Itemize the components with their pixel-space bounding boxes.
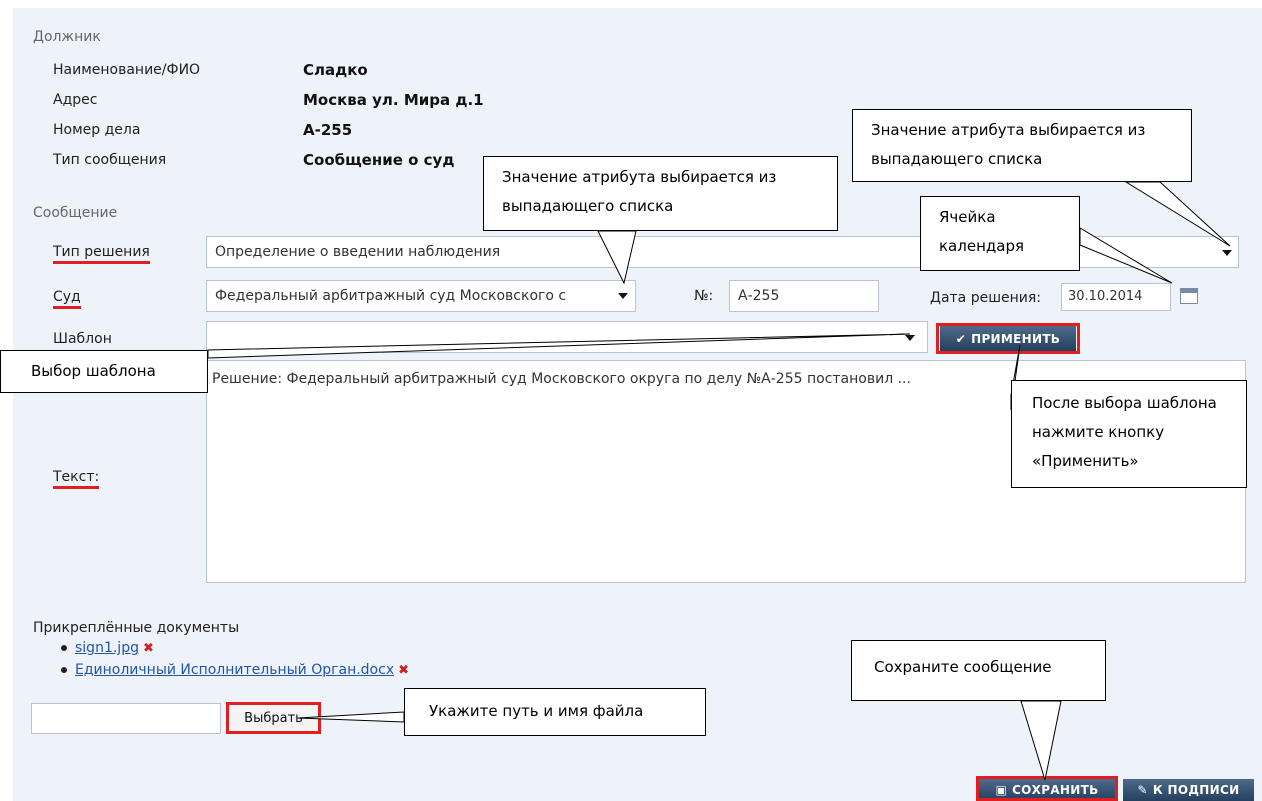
choose-file-label: Выбрать (244, 710, 303, 726)
attachment-link[interactable]: Единоличный Исполнительный Орган.docx (75, 662, 394, 678)
callout-dropdown-top-text: Значение атрибута выбирается из выпадающ… (871, 121, 1146, 168)
apply-highlight (936, 323, 1080, 354)
delete-icon[interactable]: ✖ (143, 641, 154, 656)
debtor-name-value: Сладко (303, 61, 368, 79)
sign-button-label: К ПОДПИСИ (1152, 783, 1240, 797)
callout-apply: После выбора шаблона нажмите кнопку «При… (1011, 380, 1247, 488)
decision-date-label: Дата решения: (930, 290, 1042, 306)
court-label: Суд (53, 289, 81, 309)
choose-file-button[interactable]: Выбрать (226, 702, 321, 734)
text-label: Текст: (53, 469, 100, 489)
callout-dropdown-court-text: Значение атрибута выбирается из выпадающ… (502, 168, 777, 215)
callout-template-text: Выбор шаблона (31, 362, 156, 380)
bullet-icon (61, 645, 67, 651)
template-select[interactable] (206, 321, 928, 353)
decision-type-select[interactable]: Определение о введении наблюдения (206, 236, 1239, 268)
save-highlight (976, 776, 1118, 801)
callout-dropdown-court: Значение атрибута выбирается из выпадающ… (483, 156, 838, 231)
pen-icon: ✎ (1137, 783, 1148, 797)
callout-file-path: Укажите путь и имя файла (404, 688, 706, 736)
attachment-item: sign1.jpg ✖ (61, 640, 154, 656)
court-label-text: Суд (53, 289, 81, 309)
case-number-label: Номер дела (53, 122, 141, 138)
message-type-value: Сообщение о суд (303, 151, 455, 169)
chevron-down-icon[interactable] (1222, 250, 1232, 256)
attachments-title: Прикреплённые документы (33, 620, 240, 636)
court-value: Федеральный арбитражный суд Московского … (215, 288, 567, 304)
decision-date-value: 30.10.2014 (1068, 289, 1143, 304)
decision-type-label-text: Тип решения (53, 244, 150, 264)
attachment-item: Единоличный Исполнительный Орган.docx ✖ (61, 662, 409, 678)
delete-icon[interactable]: ✖ (398, 663, 409, 678)
calendar-icon[interactable] (1180, 288, 1198, 304)
callout-file-path-text: Укажите путь и имя файла (429, 702, 644, 720)
decision-date-input[interactable]: 30.10.2014 (1061, 283, 1171, 311)
message-type-label: Тип сообщения (53, 152, 167, 168)
callout-save-text: Сохраните сообщение (874, 658, 1052, 676)
chevron-down-icon[interactable] (618, 293, 628, 299)
file-path-input[interactable] (31, 703, 221, 734)
callout-calendar: Ячейка календаря (920, 196, 1080, 271)
case-number-value: А-255 (303, 121, 353, 139)
debtor-section-title: Должник (33, 29, 101, 45)
number-label: №: (694, 288, 714, 304)
debtor-address-value: Москва ул. Мира д.1 (303, 91, 484, 109)
court-select[interactable]: Федеральный арбитражный суд Московского … (206, 280, 636, 312)
number-value: А-255 (738, 288, 780, 304)
bullet-icon (61, 667, 67, 673)
template-label: Шаблон (53, 331, 112, 347)
message-section-title: Сообщение (33, 205, 118, 221)
callout-apply-text: После выбора шаблона нажмите кнопку «При… (1032, 394, 1217, 470)
chevron-down-icon[interactable] (905, 335, 915, 341)
attachment-link[interactable]: sign1.jpg (75, 640, 139, 656)
debtor-name-label: Наименование/ФИО (53, 62, 201, 78)
sign-button[interactable]: ✎ К ПОДПИСИ (1123, 779, 1254, 801)
text-value: Решение: Федеральный арбитражный суд Мос… (212, 371, 911, 387)
callout-calendar-text: Ячейка календаря (939, 208, 1024, 255)
number-input[interactable]: А-255 (729, 280, 879, 312)
text-label-text: Текст: (53, 469, 100, 489)
decision-type-label: Тип решения (53, 244, 150, 264)
callout-dropdown-top: Значение атрибута выбирается из выпадающ… (852, 109, 1192, 182)
debtor-address-label: Адрес (53, 92, 98, 108)
callout-template: Выбор шаблона (0, 350, 208, 393)
decision-type-value: Определение о введении наблюдения (215, 244, 501, 260)
callout-save: Сохраните сообщение (851, 640, 1106, 701)
